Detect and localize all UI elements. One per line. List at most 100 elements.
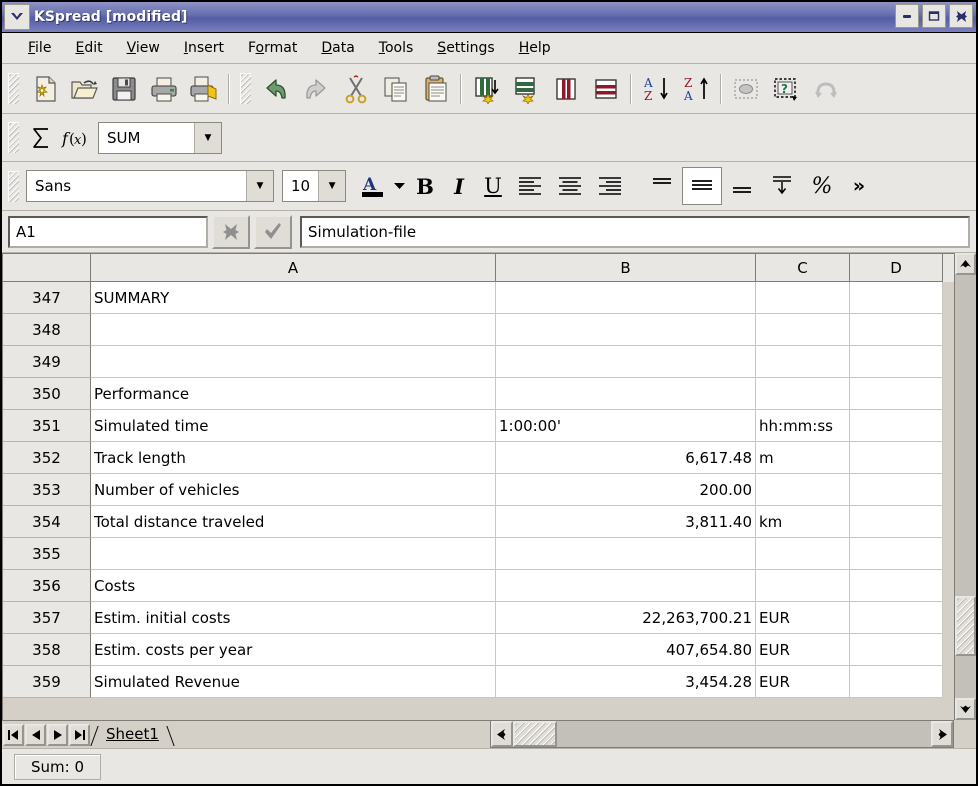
cell-A358[interactable]: Estim. costs per year [91,634,496,666]
close-button[interactable] [949,4,973,28]
cell-D352[interactable] [850,442,943,474]
toolbar-overflow-button[interactable]: » [842,167,876,205]
cell-C348[interactable] [756,314,850,346]
menu-view[interactable]: View [115,37,172,59]
sheet-tab-sheet1[interactable]: Sheet1 [94,724,171,745]
window-menu-button[interactable] [4,4,30,30]
cancel-edit-button[interactable] [212,214,250,249]
table-row[interactable]: 349 [3,346,954,378]
underline-button[interactable]: U [476,167,510,205]
cell-D351[interactable] [850,410,943,442]
cell-A353[interactable]: Number of vehicles [91,474,496,506]
valign-bottom-button[interactable] [722,167,762,205]
redo-button[interactable] [296,70,336,108]
align-right-button[interactable] [590,167,630,205]
insert-chart-button[interactable] [726,70,766,108]
valign-top-button[interactable] [642,167,682,205]
format-toolbar-grip[interactable] [8,170,19,202]
formula-input[interactable]: Simulation-file [300,215,970,248]
insert-row-button[interactable] [506,70,546,108]
maximize-button[interactable] [922,4,946,28]
menu-edit[interactable]: Edit [63,37,114,59]
menu-tools[interactable]: Tools [367,37,426,59]
row-header[interactable]: 348 [3,314,91,346]
cell-C357[interactable]: EUR [756,602,850,634]
cell-A349[interactable] [91,346,496,378]
first-sheet-button[interactable] [3,723,24,746]
cell-D350[interactable] [850,378,943,410]
print-button[interactable] [144,70,184,108]
vertical-scroll-track[interactable] [955,275,976,698]
row-header[interactable]: 350 [3,378,91,410]
table-row[interactable]: 356 Costs [3,570,954,602]
horizontal-scroll-track[interactable] [513,721,931,747]
table-row[interactable]: 357 Estim. initial costs 22,263,700.21 EUR [3,602,954,634]
new-document-button[interactable] [24,70,64,108]
cell-D347[interactable] [850,282,943,314]
menu-settings[interactable]: Settings [425,37,506,59]
menu-insert[interactable]: Insert [172,37,236,59]
font-name-select[interactable]: Sans ▼ [26,170,274,202]
scroll-right-button[interactable] [931,721,953,747]
cell-B351[interactable]: 1:00:00' [496,410,756,442]
insert-column-button[interactable] [466,70,506,108]
row-header[interactable]: 353 [3,474,91,506]
chevron-down-icon[interactable]: ▼ [246,171,273,201]
formula-toolbar-grip[interactable] [8,122,19,153]
row-header[interactable]: 355 [3,538,91,570]
table-row[interactable]: 359 Simulated Revenue 3,454.28 EUR [3,666,954,698]
cell-A348[interactable] [91,314,496,346]
cell-C359[interactable]: EUR [756,666,850,698]
cell-B353[interactable]: 200.00 [496,474,756,506]
cell-A352[interactable]: Track length [91,442,496,474]
table-row[interactable]: 358 Estim. costs per year 407,654.80 EUR [3,634,954,666]
scroll-up-button[interactable] [955,253,976,275]
valign-middle-button[interactable] [682,167,722,205]
menu-format[interactable]: Format [236,37,309,59]
table-row[interactable]: 353 Number of vehicles 200.00 [3,474,954,506]
row-header[interactable]: 349 [3,346,91,378]
sort-ascending-button[interactable]: A Z [636,70,676,108]
cell-D353[interactable] [850,474,943,506]
paste-button[interactable] [416,70,456,108]
cell-D356[interactable] [850,570,943,602]
horizontal-scroll-thumb[interactable] [513,721,557,747]
menu-help[interactable]: Help [507,37,563,59]
table-row[interactable]: 352 Track length 6,617.48 m [3,442,954,474]
chevron-down-icon[interactable]: ▼ [318,171,345,201]
font-size-select[interactable]: 10 ▼ [282,170,346,202]
table-row[interactable]: 350 Performance [3,378,954,410]
bold-button[interactable]: B [408,167,442,205]
cell-B357[interactable]: 22,263,700.21 [496,602,756,634]
cell-D348[interactable] [850,314,943,346]
cell-reference-input[interactable]: A1 [8,215,208,248]
wrap-text-button[interactable] [762,167,802,205]
menu-data[interactable]: Data [309,37,366,59]
cell-C347[interactable] [756,282,850,314]
cell-A354[interactable]: Total distance traveled [91,506,496,538]
cell-C358[interactable]: EUR [756,634,850,666]
cell-C354[interactable]: km [756,506,850,538]
cell-B354[interactable]: 3,811.40 [496,506,756,538]
toolbar-grip[interactable] [8,73,19,104]
cell-D359[interactable] [850,666,943,698]
cell-C356[interactable] [756,570,850,602]
cell-C353[interactable] [756,474,850,506]
cell-B358[interactable]: 407,654.80 [496,634,756,666]
cell-B356[interactable] [496,570,756,602]
table-row[interactable]: 351 Simulated time 1:00:00' hh:mm:ss [3,410,954,442]
text-color-dropdown[interactable] [390,167,408,205]
column-header-a[interactable]: A [91,254,496,282]
function-button[interactable]: f ( x ) [58,119,92,157]
italic-button[interactable]: I [442,167,476,205]
toolbar-grip-2[interactable] [240,73,251,104]
cell-A359[interactable]: Simulated Revenue [91,666,496,698]
save-document-button[interactable] [104,70,144,108]
undo-button[interactable] [256,70,296,108]
select-all-corner[interactable] [3,254,91,282]
copy-button[interactable] [376,70,416,108]
next-sheet-button[interactable] [47,723,68,746]
accept-edit-button[interactable] [254,214,292,249]
revert-button[interactable] [806,70,846,108]
cut-button[interactable] [336,70,376,108]
